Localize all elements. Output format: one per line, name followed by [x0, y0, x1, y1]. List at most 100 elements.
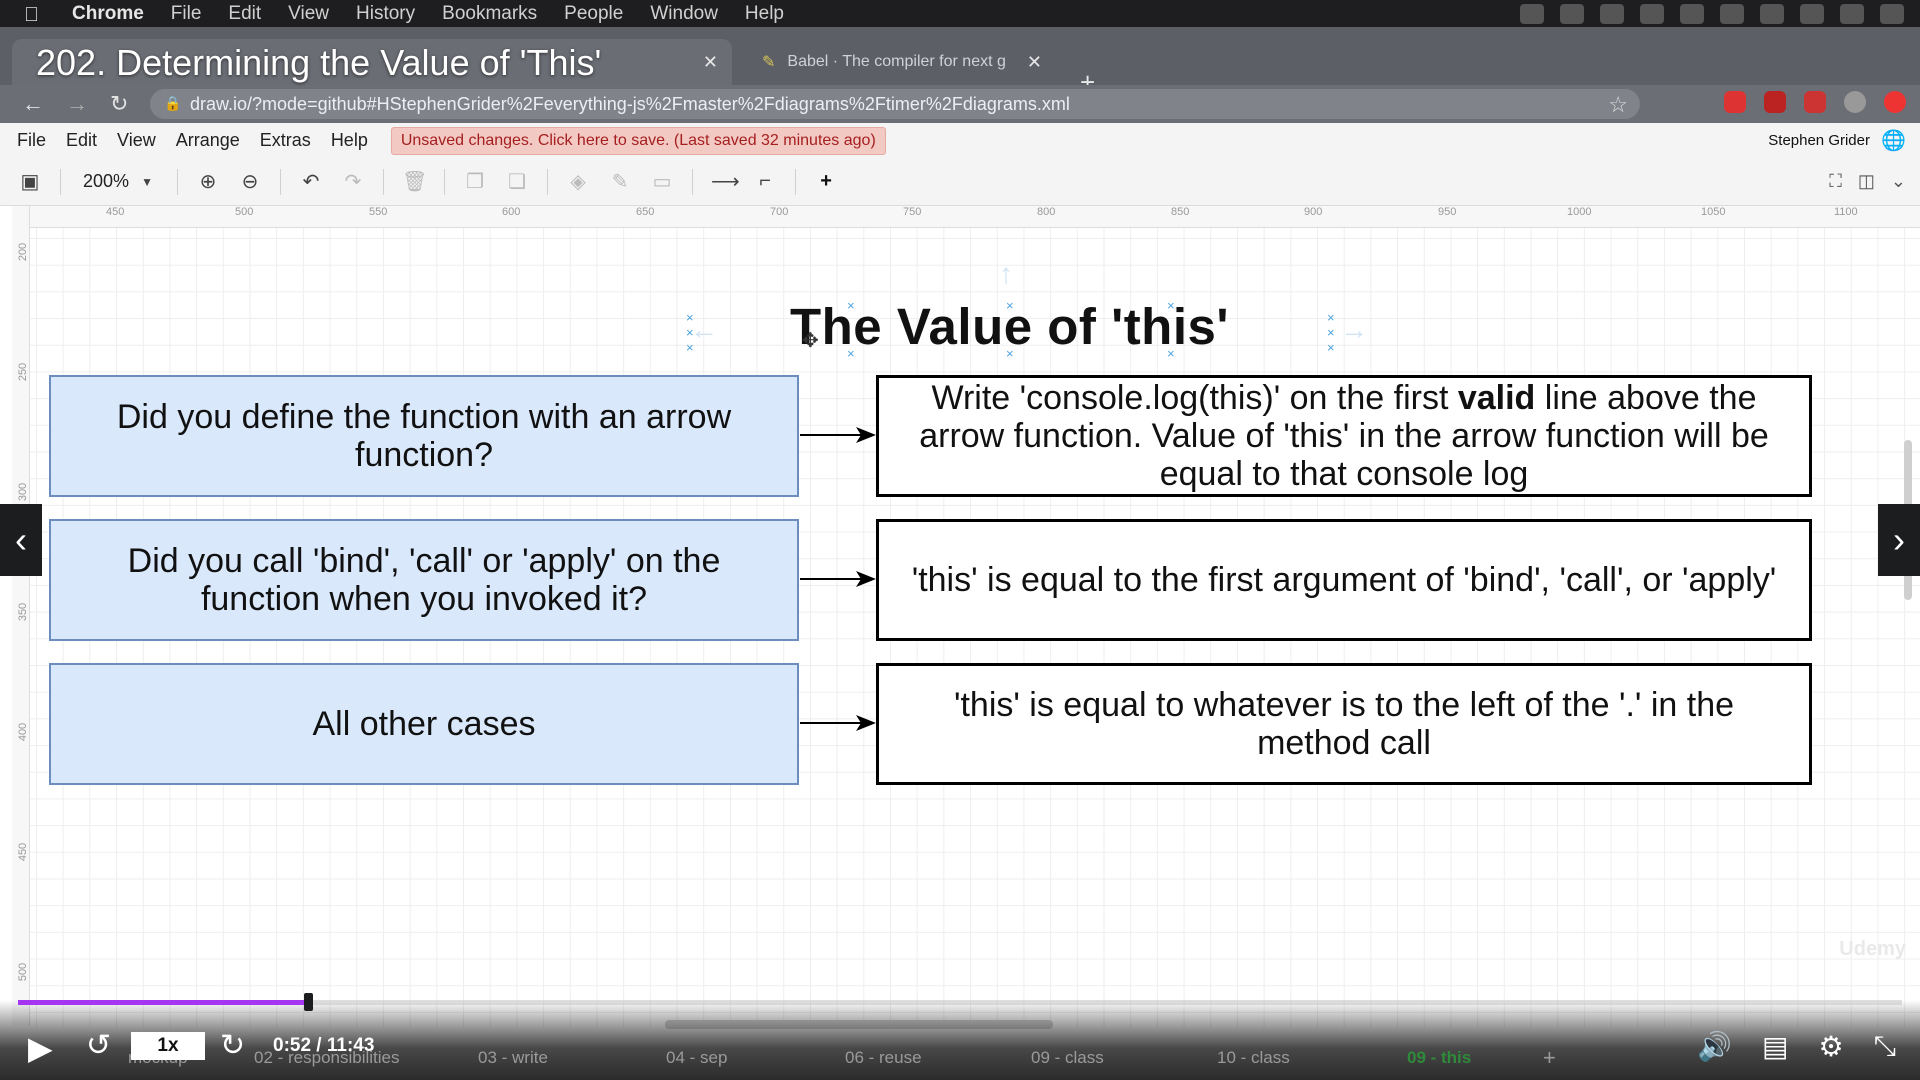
connection-style-icon[interactable]: ⟶	[711, 169, 740, 194]
menu-people[interactable]: People	[564, 3, 623, 25]
answer-text: 'this' is equal to whatever is to the le…	[953, 686, 1735, 762]
shadow-icon[interactable]: ▭	[650, 169, 674, 194]
zoom-in-icon[interactable]: ⊕	[196, 169, 220, 194]
drawio-menu-view[interactable]: View	[117, 130, 156, 151]
insert-plus-icon[interactable]: +	[814, 170, 838, 193]
left-arrow-handle-icon[interactable]: ←	[690, 314, 718, 346]
profile-avatar-icon[interactable]	[1844, 91, 1866, 113]
menu-file[interactable]: File	[171, 3, 202, 25]
back-arrow-icon[interactable]: ←	[22, 91, 44, 117]
status-icon-1[interactable]	[1520, 3, 1544, 24]
arrow-connector[interactable]	[800, 713, 876, 733]
apple-icon[interactable]: 	[24, 4, 48, 26]
arrow-connector[interactable]	[800, 569, 876, 589]
menu-view[interactable]: View	[288, 3, 329, 25]
reload-icon[interactable]: ↻	[110, 91, 132, 117]
toolbar-divider	[60, 168, 61, 195]
next-lecture-button[interactable]: ›	[1878, 504, 1920, 576]
wifi-icon[interactable]	[1720, 3, 1744, 24]
line-color-icon[interactable]: ✎	[608, 169, 632, 194]
toolbar-divider	[547, 168, 549, 195]
to-front-icon[interactable]: ❐	[463, 169, 487, 194]
extension-icon-1[interactable]	[1724, 91, 1746, 113]
question-box-other-cases[interactable]: All other cases	[49, 663, 799, 785]
status-icon-2[interactable]	[1560, 3, 1584, 24]
ruler-label: 700	[770, 206, 789, 218]
status-icon-3[interactable]	[1600, 3, 1624, 24]
to-back-icon[interactable]: ❏	[505, 169, 529, 194]
answer-box-arrow-function[interactable]: Write 'console.log(this)' on the first v…	[876, 375, 1812, 497]
rewind-icon[interactable]: ↺	[86, 1028, 111, 1063]
toolbar-divider	[444, 168, 446, 195]
exit-fullscreen-icon[interactable]: ⤡	[1874, 1030, 1896, 1063]
delete-icon[interactable]: 🗑	[402, 169, 427, 194]
fullscreen-icon[interactable]: ⛶	[1829, 171, 1842, 192]
video-progress-handle[interactable]	[303, 993, 313, 1011]
menu-window[interactable]: Window	[650, 3, 718, 25]
battery-icon[interactable]	[1760, 3, 1784, 24]
question-text: Did you define the function with an arro…	[116, 398, 732, 474]
close-tab-icon[interactable]: ✕	[1027, 52, 1042, 73]
drawio-menu-help[interactable]: Help	[331, 130, 368, 151]
address-bar[interactable]: 🔒 draw.io/?mode=github#HStephenGrider%2F…	[150, 89, 1640, 119]
fill-color-icon[interactable]: ◈	[566, 169, 590, 194]
globe-icon[interactable]: 🌐	[1881, 128, 1906, 153]
answer-box-bind-call-apply[interactable]: 'this' is equal to the first argument of…	[876, 519, 1812, 641]
ruler-label: 850	[1171, 206, 1190, 218]
playback-speed-button[interactable]: 1x	[131, 1032, 205, 1060]
resize-handle[interactable]: × × ×	[1327, 310, 1335, 355]
drawio-menubar: File Edit View Arrange Extras Help Unsav…	[0, 123, 1920, 158]
close-tab-icon[interactable]: ✕	[703, 52, 718, 73]
waypoints-icon[interactable]: ⌐	[753, 170, 777, 193]
undo-icon[interactable]: ↶	[299, 169, 323, 194]
horizontal-ruler: 450 500 550 600 650 700 750 800 850 900 …	[28, 206, 1920, 228]
zoom-select[interactable]: 200%	[83, 171, 129, 192]
collapse-chevrons-icon[interactable]: ⌄	[1891, 171, 1906, 192]
menu-edit[interactable]: Edit	[228, 3, 261, 25]
up-arrow-handle-icon[interactable]: ↑	[999, 258, 1013, 290]
chevron-left-icon: ‹	[15, 519, 27, 560]
captions-icon[interactable]: ▤	[1762, 1030, 1788, 1063]
notification-list-icon[interactable]	[1880, 3, 1904, 24]
format-panel-toggle-icon[interactable]: ▣	[18, 169, 42, 194]
arrow-connector[interactable]	[800, 425, 876, 445]
tab-babel[interactable]: ✎ Babel · The compiler for next g ✕	[746, 39, 1056, 85]
bookmark-star-icon[interactable]: ☆	[1608, 92, 1628, 118]
drawio-menu-extras[interactable]: Extras	[260, 130, 311, 151]
forward-icon[interactable]: ↻	[220, 1028, 245, 1063]
settings-gear-icon[interactable]: ⚙	[1818, 1030, 1843, 1063]
volume-icon[interactable]: 🔊	[1697, 1030, 1732, 1063]
unsaved-changes-notice[interactable]: Unsaved changes. Click here to save. (La…	[390, 126, 886, 155]
menu-app-chrome[interactable]: Chrome	[72, 3, 144, 25]
spotlight-search-icon[interactable]	[1800, 3, 1824, 24]
menu-bookmarks[interactable]: Bookmarks	[442, 3, 537, 25]
forward-arrow-icon[interactable]: →	[66, 91, 88, 117]
vertical-ruler: 200 250 300 350 400 450 500	[12, 206, 30, 1026]
previous-lecture-button[interactable]: ‹	[0, 504, 42, 576]
menu-help[interactable]: Help	[745, 3, 784, 25]
extension-icon-3[interactable]	[1804, 91, 1826, 113]
diagram-title[interactable]: The Value of 'this'	[790, 297, 1229, 356]
zoom-out-icon[interactable]: ⊖	[238, 169, 262, 194]
resize-handle[interactable]: × × ×	[686, 310, 694, 355]
format-panel-icon[interactable]: ◫	[1858, 171, 1875, 192]
user-name[interactable]: Stephen Grider	[1768, 132, 1870, 149]
extension-icon-2[interactable]	[1764, 91, 1786, 113]
user-avatar-icon[interactable]	[1840, 3, 1864, 24]
question-text: Did you call 'bind', 'call' or 'apply' o…	[127, 542, 721, 618]
play-icon[interactable]: ▶	[28, 1029, 53, 1067]
drawio-menu-file[interactable]: File	[17, 130, 46, 151]
ruler-label: 450	[17, 842, 30, 862]
menu-history[interactable]: History	[356, 3, 415, 25]
glasses-icon[interactable]	[1640, 3, 1664, 24]
cloud-icon[interactable]	[1680, 3, 1704, 24]
question-box-arrow-function[interactable]: Did you define the function with an arro…	[49, 375, 799, 497]
drawio-menu-edit[interactable]: Edit	[66, 130, 97, 151]
answer-box-other-cases[interactable]: 'this' is equal to whatever is to the le…	[876, 663, 1812, 785]
ruler-label: 500	[235, 206, 254, 218]
extension-icon-4[interactable]	[1884, 91, 1906, 113]
drawio-menu-arrange[interactable]: Arrange	[176, 130, 240, 151]
right-arrow-handle-icon[interactable]: →	[1340, 314, 1368, 346]
redo-icon[interactable]: ↷	[341, 169, 365, 194]
question-box-bind-call-apply[interactable]: Did you call 'bind', 'call' or 'apply' o…	[49, 519, 799, 641]
